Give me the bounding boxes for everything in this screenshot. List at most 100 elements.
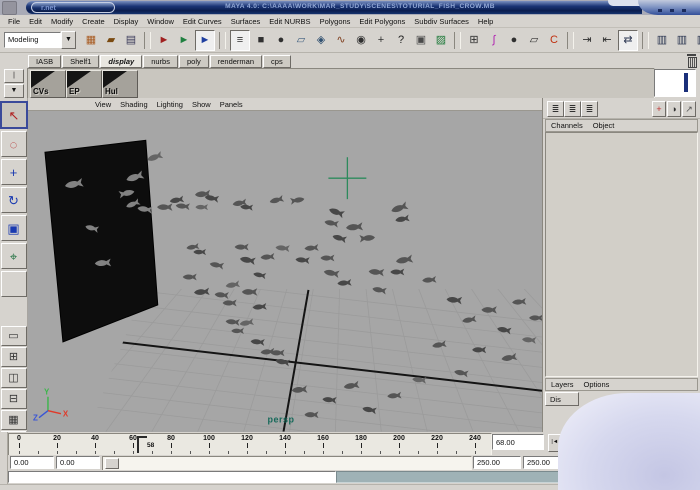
shelf-spinner[interactable]: ∣ ▼: [4, 69, 24, 96]
render-globals-icon[interactable]: ▥: [693, 31, 700, 50]
command-line-input[interactable]: [8, 471, 336, 483]
time-slider-handle[interactable]: [0, 432, 8, 455]
layout-four-pane[interactable]: ⊞: [1, 347, 27, 367]
show-manipulator-tool[interactable]: ⌖: [1, 243, 27, 269]
shelf-button-cvs[interactable]: CVs: [30, 70, 66, 98]
menu-modify[interactable]: Modify: [51, 17, 73, 26]
mask-surfaces-icon[interactable]: ◈: [312, 31, 330, 50]
move-tool[interactable]: +: [1, 159, 27, 185]
mask-handles-icon[interactable]: ■: [252, 31, 270, 50]
channel-layout-both-icon[interactable]: ≣: [581, 101, 598, 117]
menu-edit-curves[interactable]: Edit Curves: [183, 17, 222, 26]
playback-start-field[interactable]: 0.00: [56, 456, 100, 469]
channel-box-menu-object[interactable]: Object: [593, 121, 615, 130]
ipr-render-icon[interactable]: ▥: [673, 31, 691, 50]
snap-to-point-icon[interactable]: ●: [505, 31, 523, 50]
mask-lines-icon[interactable]: ▱: [292, 31, 310, 50]
channel-box-menu-channels[interactable]: Channels: [551, 121, 583, 130]
shelf-scroll-bar[interactable]: [684, 73, 688, 92]
channel-layout-narrow-icon[interactable]: ≣: [547, 101, 564, 117]
mask-plus-icon[interactable]: +: [372, 31, 390, 50]
shelf-tab-iasb[interactable]: IASB: [28, 55, 61, 68]
open-scene-icon[interactable]: ▰: [102, 31, 120, 50]
menu-edit-polygons[interactable]: Edit Polygons: [359, 17, 405, 26]
show-manipulators-icon[interactable]: +: [652, 101, 666, 117]
output-connections-icon[interactable]: ⇤: [598, 31, 616, 50]
input-connections-icon[interactable]: ⇥: [578, 31, 596, 50]
time-slider[interactable]: 02040608010012014016018020022024058: [8, 433, 492, 456]
panel-menu-show[interactable]: Show: [192, 100, 211, 109]
shelf-tab-nurbs[interactable]: nurbs: [143, 55, 178, 68]
layout-single-pane[interactable]: ▭: [1, 326, 27, 346]
select-tool[interactable]: ↖: [0, 101, 28, 129]
snap-to-grid-icon[interactable]: ⊞: [465, 31, 483, 50]
update-mode-icon[interactable]: ◑: [667, 101, 681, 117]
menu-subdiv-surfaces[interactable]: Subdiv Surfaces: [414, 17, 469, 26]
mask-points-icon[interactable]: ●: [272, 31, 290, 50]
shelf-spinner-grip[interactable]: ∣: [4, 69, 24, 83]
mask-hulls-icon[interactable]: ◉: [352, 31, 370, 50]
panel-menu-shading[interactable]: Shading: [120, 100, 148, 109]
shelf-tab-cps[interactable]: cps: [263, 55, 291, 68]
timeline-playhead[interactable]: [137, 436, 147, 453]
last-tool-slot[interactable]: [1, 271, 27, 297]
mask-curves-icon[interactable]: ∿: [332, 31, 350, 50]
panel-menu-view[interactable]: View: [95, 100, 111, 109]
make-live-icon[interactable]: C: [545, 31, 563, 50]
layout-persp-graph[interactable]: ⊟: [1, 389, 27, 409]
shelf-tab-poly[interactable]: poly: [179, 55, 209, 68]
menu-edit[interactable]: Edit: [29, 17, 42, 26]
menu-surfaces[interactable]: Surfaces: [231, 17, 261, 26]
layer-menu-options[interactable]: Options: [584, 380, 610, 389]
menu-polygons[interactable]: Polygons: [320, 17, 351, 26]
menu-window[interactable]: Window: [147, 17, 174, 26]
command-line-handle[interactable]: [0, 470, 8, 484]
snap-to-curve-icon[interactable]: ∫: [485, 31, 503, 50]
new-scene-icon[interactable]: ▦: [82, 31, 100, 50]
panel-menu-lighting[interactable]: Lighting: [157, 100, 183, 109]
layer-display-dropdown[interactable]: Dis: [545, 392, 579, 406]
selection-mask-list-icon[interactable]: ≡: [230, 30, 250, 51]
lock-selection-icon[interactable]: ▣: [412, 31, 430, 50]
pointer-icon[interactable]: ↗: [682, 101, 696, 117]
shelf-tab-renderman[interactable]: renderman: [210, 55, 262, 68]
select-by-object-icon[interactable]: ►: [175, 31, 193, 50]
panel-menu-panels[interactable]: Panels: [220, 100, 243, 109]
current-time-field[interactable]: 68.00: [492, 434, 544, 450]
playback-end-field[interactable]: 250.00: [473, 456, 521, 469]
menu-display[interactable]: Display: [114, 17, 139, 26]
perspective-viewport[interactable]: YXZpersp: [28, 111, 542, 432]
layout-hypershade-persp[interactable]: ▦: [1, 410, 27, 430]
layer-menu-layers[interactable]: Layers: [551, 380, 574, 389]
scale-tool[interactable]: ▣: [1, 215, 27, 241]
menu-create[interactable]: Create: [82, 17, 105, 26]
range-slider-thumb[interactable]: [105, 458, 119, 469]
shelf-button-hul[interactable]: Hul: [102, 70, 138, 98]
snap-to-view-plane-icon[interactable]: ▱: [525, 31, 543, 50]
chevron-down-icon[interactable]: ▼: [61, 31, 76, 49]
animation-start-field[interactable]: 0.00: [10, 456, 54, 469]
shelf-tab-display[interactable]: display: [100, 55, 142, 68]
menu-set-selector[interactable]: Modeling ▼: [4, 31, 76, 49]
menu-edit-nurbs[interactable]: Edit NURBS: [269, 17, 310, 26]
save-scene-icon[interactable]: ▤: [122, 31, 140, 50]
range-slider-track[interactable]: [102, 456, 472, 471]
select-by-hierarchy-icon[interactable]: ►: [155, 31, 173, 50]
trash-icon[interactable]: [686, 54, 697, 66]
shelf-menu-arrow-icon[interactable]: ▼: [4, 84, 24, 98]
select-by-component-icon[interactable]: ►: [195, 30, 215, 51]
range-slider-handle[interactable]: [0, 455, 8, 470]
channel-layout-wide-icon[interactable]: ≣: [564, 101, 581, 117]
layout-persp-outliner[interactable]: ◫: [1, 368, 27, 388]
menu-help[interactable]: Help: [478, 17, 493, 26]
shelf-tab-shelf1[interactable]: Shelf1: [62, 55, 99, 68]
shelf-scroll-field[interactable]: [654, 69, 696, 97]
help-mode-icon[interactable]: ?: [392, 31, 410, 50]
render-current-frame-icon[interactable]: ▥: [653, 31, 671, 50]
shelf-button-ep[interactable]: EP: [66, 70, 102, 98]
highlight-selection-icon[interactable]: ▨: [432, 31, 450, 50]
menu-set-value[interactable]: Modeling: [4, 32, 61, 48]
rotate-tool[interactable]: ↻: [1, 187, 27, 213]
lasso-select-tool[interactable]: ◌: [1, 131, 27, 157]
construction-history-icon[interactable]: ⇄: [618, 30, 638, 51]
